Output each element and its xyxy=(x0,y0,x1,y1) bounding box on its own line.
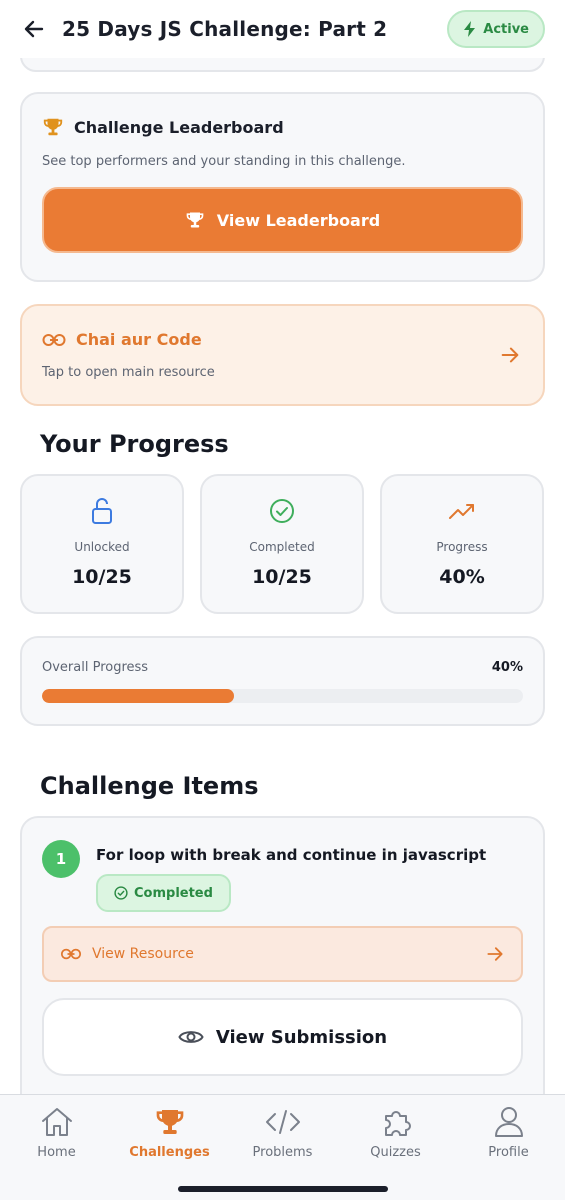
stat-label: Completed xyxy=(249,540,315,554)
main-resource-card[interactable]: Chai aur Code Tap to open main resource xyxy=(20,304,545,406)
nav-item-challenges[interactable]: Challenges xyxy=(113,1105,226,1175)
trophy-icon xyxy=(186,212,204,228)
app-header: 25 Days JS Challenge: Part 2 Active xyxy=(0,0,565,58)
completed-badge: Completed xyxy=(96,874,231,912)
leaderboard-title: Challenge Leaderboard xyxy=(74,117,284,137)
stat-card-completed: Completed 10/25 xyxy=(200,474,364,614)
overall-progress-value: 40% xyxy=(491,660,523,675)
trending-up-icon xyxy=(449,504,474,519)
status-badge: Active xyxy=(447,10,545,48)
stat-label: Progress xyxy=(436,540,488,554)
stat-value: 10/25 xyxy=(72,566,132,588)
home-icon xyxy=(41,1108,72,1136)
item-title: For loop with break and continue in java… xyxy=(96,846,487,864)
resource-subtitle: Tap to open main resource xyxy=(42,365,215,380)
stat-value: 40% xyxy=(439,566,485,588)
home-indicator xyxy=(178,1186,388,1192)
unlock-icon xyxy=(92,498,112,524)
progress-heading: Your Progress xyxy=(40,430,229,458)
stat-card-progress: Progress 40% xyxy=(380,474,544,614)
arrow-right-icon xyxy=(501,347,519,363)
view-leaderboard-label: View Leaderboard xyxy=(216,210,381,230)
arrow-right-icon xyxy=(487,947,503,961)
link-icon xyxy=(42,333,66,346)
nav-item-home[interactable]: Home xyxy=(0,1105,113,1175)
nav-item-problems[interactable]: Problems xyxy=(226,1105,339,1175)
leaderboard-description: See top performers and your standing in … xyxy=(42,154,406,169)
nav-label: Problems xyxy=(252,1145,313,1160)
item-number-badge: 1 xyxy=(42,840,80,878)
progress-bar-fill xyxy=(42,689,235,703)
arrow-left-icon xyxy=(24,20,44,38)
nav-label: Profile xyxy=(488,1145,529,1160)
overall-progress-label: Overall Progress xyxy=(42,660,149,675)
previous-card xyxy=(20,58,545,72)
stat-value: 10/25 xyxy=(252,566,312,588)
user-icon xyxy=(494,1107,523,1137)
view-resource-label: View Resource xyxy=(92,946,194,962)
progress-bar-track xyxy=(42,689,523,703)
check-circle-icon xyxy=(270,499,294,523)
nav-label: Home xyxy=(37,1145,76,1160)
stat-card-unlocked: Unlocked 10/25 xyxy=(20,474,184,614)
bottom-nav: Home Challenges Problems Quizzes Profile xyxy=(0,1094,565,1200)
view-submission-button[interactable]: View Submission xyxy=(42,998,523,1076)
trophy-icon xyxy=(156,1110,183,1134)
stat-label: Unlocked xyxy=(74,540,130,554)
overall-progress-card: Overall Progress 40% xyxy=(20,636,545,726)
check-circle-icon xyxy=(114,886,128,900)
status-text: Active xyxy=(483,21,529,37)
bolt-icon xyxy=(464,21,476,37)
code-icon xyxy=(265,1110,300,1134)
view-submission-label: View Submission xyxy=(215,1026,388,1048)
page-title: 25 Days JS Challenge: Part 2 xyxy=(62,17,388,41)
content-scroll[interactable]: Challenge Leaderboard See top performers… xyxy=(0,58,565,1094)
nav-item-profile[interactable]: Profile xyxy=(452,1105,565,1175)
nav-label: Quizzes xyxy=(370,1145,421,1160)
back-button[interactable] xyxy=(20,15,48,43)
eye-icon xyxy=(178,1031,204,1043)
nav-label: Challenges xyxy=(129,1145,210,1160)
challenge-item-card: 1 For loop with break and continue in ja… xyxy=(20,816,545,1094)
view-leaderboard-button[interactable]: View Leaderboard xyxy=(42,187,523,253)
trophy-icon xyxy=(43,118,63,136)
view-resource-button[interactable]: View Resource xyxy=(42,926,523,982)
puzzle-icon xyxy=(384,1111,411,1136)
link-icon xyxy=(60,948,82,960)
leaderboard-card: Challenge Leaderboard See top performers… xyxy=(20,92,545,282)
items-heading: Challenge Items xyxy=(40,772,259,800)
nav-item-quizzes[interactable]: Quizzes xyxy=(339,1105,452,1175)
completed-badge-text: Completed xyxy=(134,885,213,901)
resource-title: Chai aur Code xyxy=(76,330,202,349)
